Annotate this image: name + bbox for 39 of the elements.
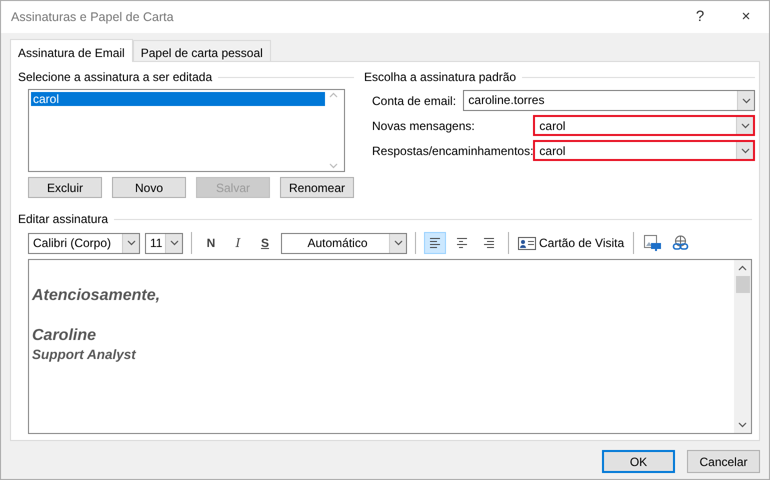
window-title: Assinaturas e Papel de Carta <box>11 8 175 26</box>
underline-button[interactable]: S <box>254 232 276 254</box>
ok-button[interactable]: OK <box>602 450 675 473</box>
tab[interactable]: Papel de carta pessoal <box>132 40 271 61</box>
close-button[interactable]: × <box>723 1 769 33</box>
align-center-icon <box>455 237 469 249</box>
signature-line: Caroline <box>32 326 96 346</box>
align-left-icon <box>428 237 442 249</box>
signature-editor[interactable]: Atenciosamente, Caroline Support Analyst <box>28 259 752 434</box>
italic-button[interactable]: I <box>227 232 249 254</box>
business-card-button[interactable]: Cartão de Visita <box>517 232 626 254</box>
signature-item[interactable]: carol <box>31 92 325 106</box>
action-button[interactable]: Renomear <box>280 177 354 198</box>
align-right-icon <box>482 237 496 249</box>
action-button[interactable]: Excluir <box>28 177 102 198</box>
account-dropdown[interactable]: carol <box>533 140 756 161</box>
contact-card-icon <box>518 236 536 250</box>
account-dropdown[interactable]: caroline.torres <box>463 90 756 111</box>
signature-line: Support Analyst <box>32 346 136 364</box>
group-heading: Editar assinatura <box>18 211 108 228</box>
account-dropdown[interactable]: carol <box>533 115 756 136</box>
scroll-up-icon[interactable] <box>738 265 747 271</box>
field-label: Respostas/encaminhamentos: <box>372 142 534 160</box>
group-heading: Selecione a assinatura a ser editada <box>18 69 212 86</box>
field-label: Conta de email: <box>372 92 456 110</box>
color-dropdown[interactable]: Automático <box>281 232 407 254</box>
group-heading: Escolha a assinatura padrão <box>364 69 516 86</box>
bold-button[interactable]: N <box>200 232 222 254</box>
help-button[interactable]: ? <box>677 1 723 33</box>
size-dropdown[interactable]: 11 <box>145 232 183 254</box>
tab[interactable]: Assinatura de Email <box>10 39 133 62</box>
field-label: Novas mensagens: <box>372 118 475 134</box>
scroll-down-icon[interactable] <box>738 422 747 428</box>
signature-line: Atenciosamente, <box>32 286 160 306</box>
align-left-button[interactable] <box>424 232 446 254</box>
action-button[interactable]: Novo <box>112 177 186 198</box>
scrollbar-thumb[interactable] <box>736 276 750 293</box>
font-dropdown[interactable]: Calibri (Corpo) <box>28 232 140 254</box>
cancel-button[interactable]: Cancelar <box>687 450 760 473</box>
